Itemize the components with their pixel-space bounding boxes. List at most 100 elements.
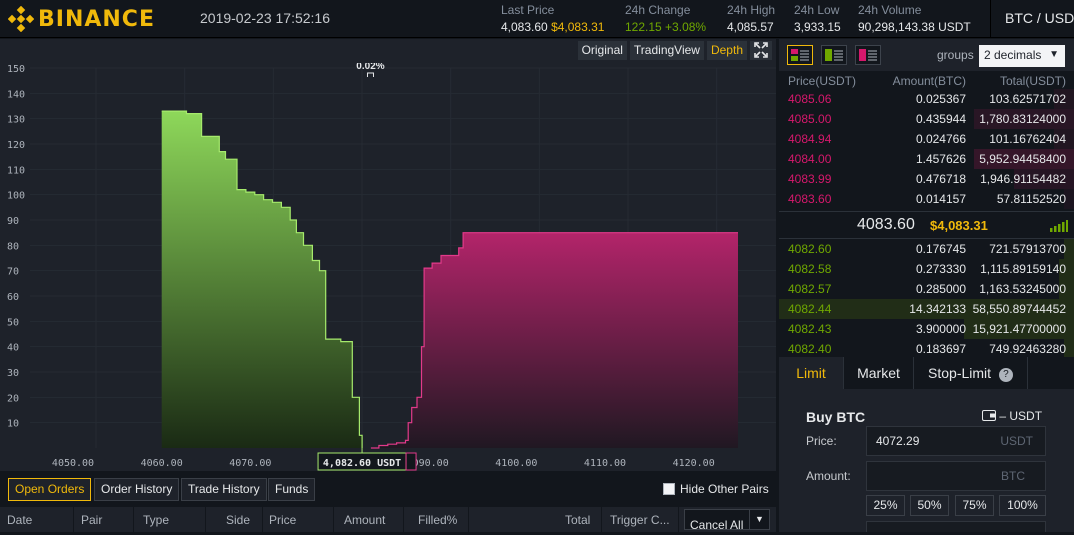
total-input[interactable] <box>866 521 1046 532</box>
order-type-tabs: Limit Market Stop-Limit ? <box>779 357 1074 389</box>
help-icon[interactable]: ? <box>998 368 1013 382</box>
ask-amount: 0.025367 <box>915 92 966 106</box>
tab-trade-history[interactable]: Trade History <box>181 478 267 501</box>
ask-row[interactable]: 4084.94 0.024766 101.16762404 <box>779 129 1074 149</box>
fullscreen-button[interactable] <box>750 41 772 60</box>
bid-total: 721.57913700 <box>989 242 1066 256</box>
ask-total: 1,780.83124000 <box>979 112 1066 126</box>
ask-price-box <box>405 452 417 471</box>
decimals-value: 2 decimals <box>984 48 1042 62</box>
bid-total: 58,550.89744452 <box>972 302 1066 316</box>
pair-selector[interactable]: BTC / USDT <box>990 0 1074 38</box>
ask-total: 103.62571702 <box>989 92 1066 106</box>
x-tick-label: 4100.00 <box>495 458 537 469</box>
logo-text: BINANCE <box>38 6 155 32</box>
ask-price: 4085.06 <box>788 92 832 106</box>
bid-total: 1,163.53245000 <box>979 282 1066 296</box>
tab-funds[interactable]: Funds <box>268 478 316 501</box>
last-price: 4083.60 <box>857 216 915 233</box>
hide-other-pairs-checkbox[interactable] <box>663 483 675 495</box>
y-tick-label: 120 <box>7 140 25 151</box>
tab-stop-limit[interactable]: Stop-Limit ? <box>913 357 1027 389</box>
order-book-header: groups 2 decimals ▼ <box>779 39 1074 71</box>
bid-price: 4082.44 <box>788 302 832 316</box>
tab-limit[interactable]: Limit <box>779 357 843 389</box>
bid-row[interactable]: 4082.58 0.273330 1,115.89159140 <box>779 259 1074 279</box>
y-tick-label: 70 <box>7 267 19 278</box>
chart-panel: Original TradingView Depth 10 20 30 40 5… <box>0 39 776 471</box>
caret-down-icon[interactable]: ▼ <box>749 510 769 529</box>
both-sides-view-button[interactable] <box>787 45 813 65</box>
price-label: Price: <box>806 434 837 448</box>
ask-row[interactable]: 4084.00 1.457626 5,952.94458400 <box>779 149 1074 169</box>
y-tick-label: 50 <box>7 317 19 328</box>
percent-100-button[interactable]: 100% <box>999 495 1046 516</box>
y-tick-label: 60 <box>7 292 19 303</box>
col-total: Total <box>565 513 591 527</box>
ask-amount: 0.476718 <box>915 172 966 186</box>
tab-original[interactable]: Original <box>577 41 627 60</box>
x-tick-label: 4060.00 <box>141 458 183 469</box>
ask-total: 57.81152520 <box>996 192 1066 206</box>
ask-row[interactable]: 4083.60 0.014157 57.81152520 <box>779 189 1074 209</box>
y-tick-label: 40 <box>7 343 19 354</box>
bid-row[interactable]: 4082.44 14.342133 58,550.89744452 <box>779 299 1074 319</box>
cancel-all-button[interactable]: Cancel All ▼ <box>684 509 770 532</box>
tab-tradingview[interactable]: TradingView <box>629 41 704 60</box>
tab-market[interactable]: Market <box>843 357 913 389</box>
bid-price: 4082.40 <box>788 342 832 356</box>
bids-only-view-button[interactable] <box>821 45 847 65</box>
stat-label: 24h Change <box>625 3 691 17</box>
hide-other-pairs[interactable]: Hide Other Pairs <box>663 482 769 496</box>
bid-row[interactable]: 4082.57 0.285000 1,163.53245000 <box>779 279 1074 299</box>
binance-logo[interactable]: BINANCE <box>8 6 155 32</box>
stat-24h-volume: 24h Volume 90,298,143.38 USDT <box>858 2 971 36</box>
bid-row[interactable]: 4082.40 0.183697 749.92463280 <box>779 339 1074 359</box>
stat-label: 24h Volume <box>858 3 922 17</box>
bid-price: 4082.60 <box>788 242 832 256</box>
ask-price: 4083.60 <box>788 192 832 206</box>
col-price: Price(USDT) <box>788 74 856 88</box>
col-pair: Pair <box>81 513 103 527</box>
decimals-select[interactable]: 2 decimals ▼ <box>979 45 1065 67</box>
ask-row[interactable]: 4085.00 0.435944 1,780.83124000 <box>779 109 1074 129</box>
y-tick-label: 10 <box>7 419 19 430</box>
stat-24h-change: 24h Change 122.15 +3.08% <box>625 2 706 36</box>
y-tick-label: 130 <box>7 115 25 126</box>
ask-row[interactable]: 4083.99 0.476718 1,946.91154482 <box>779 169 1074 189</box>
asks-only-view-button[interactable] <box>855 45 881 65</box>
bid-price: 4082.57 <box>788 282 832 296</box>
ask-row[interactable]: 4085.06 0.025367 103.62571702 <box>779 89 1074 109</box>
price-unit: USDT <box>1000 434 1033 448</box>
bid-row[interactable]: 4082.60 0.176745 721.57913700 <box>779 239 1074 259</box>
price-value: 4072.29 <box>876 434 920 448</box>
balance-value: – USDT <box>999 409 1043 423</box>
price-input[interactable]: 4072.29 USDT <box>866 426 1046 456</box>
bid-total: 15,921.47700000 <box>972 322 1066 336</box>
tab-depth[interactable]: Depth <box>706 41 747 60</box>
col-trigger: Trigger C... <box>610 513 670 527</box>
tab-open-orders[interactable]: Open Orders <box>8 478 92 501</box>
percent-25-button[interactable]: 25% <box>866 495 905 516</box>
y-tick-label: 80 <box>7 241 19 252</box>
depth-chart[interactable]: 10 20 30 40 50 60 70 80 90 100 110 120 130 140 150 4050… <box>0 63 776 471</box>
last-price-row: 4083.60 $4,083.31 <box>779 211 1074 239</box>
bid-row[interactable]: 4082.43 3.900000 15,921.47700000 <box>779 319 1074 339</box>
col-filled: Filled% <box>418 513 458 527</box>
tab-order-history[interactable]: Order History <box>94 478 180 501</box>
percent-50-button[interactable]: 50% <box>910 495 949 516</box>
stop-limit-label: Stop-Limit <box>928 365 992 381</box>
bid-amount: 0.176745 <box>915 242 966 256</box>
y-tick-label: 140 <box>7 89 25 100</box>
bid-amount: 0.285000 <box>915 282 966 296</box>
ask-total: 1,946.91154482 <box>980 172 1066 186</box>
balance: – USDT <box>982 409 1042 423</box>
x-tick-label: 4110.00 <box>584 458 626 469</box>
stat-label: Last Price <box>501 3 555 17</box>
amount-input[interactable]: BTC <box>866 461 1046 491</box>
percent-75-button[interactable]: 75% <box>955 495 994 516</box>
spread-label: 0.02% <box>356 63 384 72</box>
last-price-value: 4,083.60 <box>501 20 548 34</box>
amount-unit: BTC <box>1001 469 1025 483</box>
order-book: groups 2 decimals ▼ Price(USDT) Amount(B… <box>779 39 1074 359</box>
